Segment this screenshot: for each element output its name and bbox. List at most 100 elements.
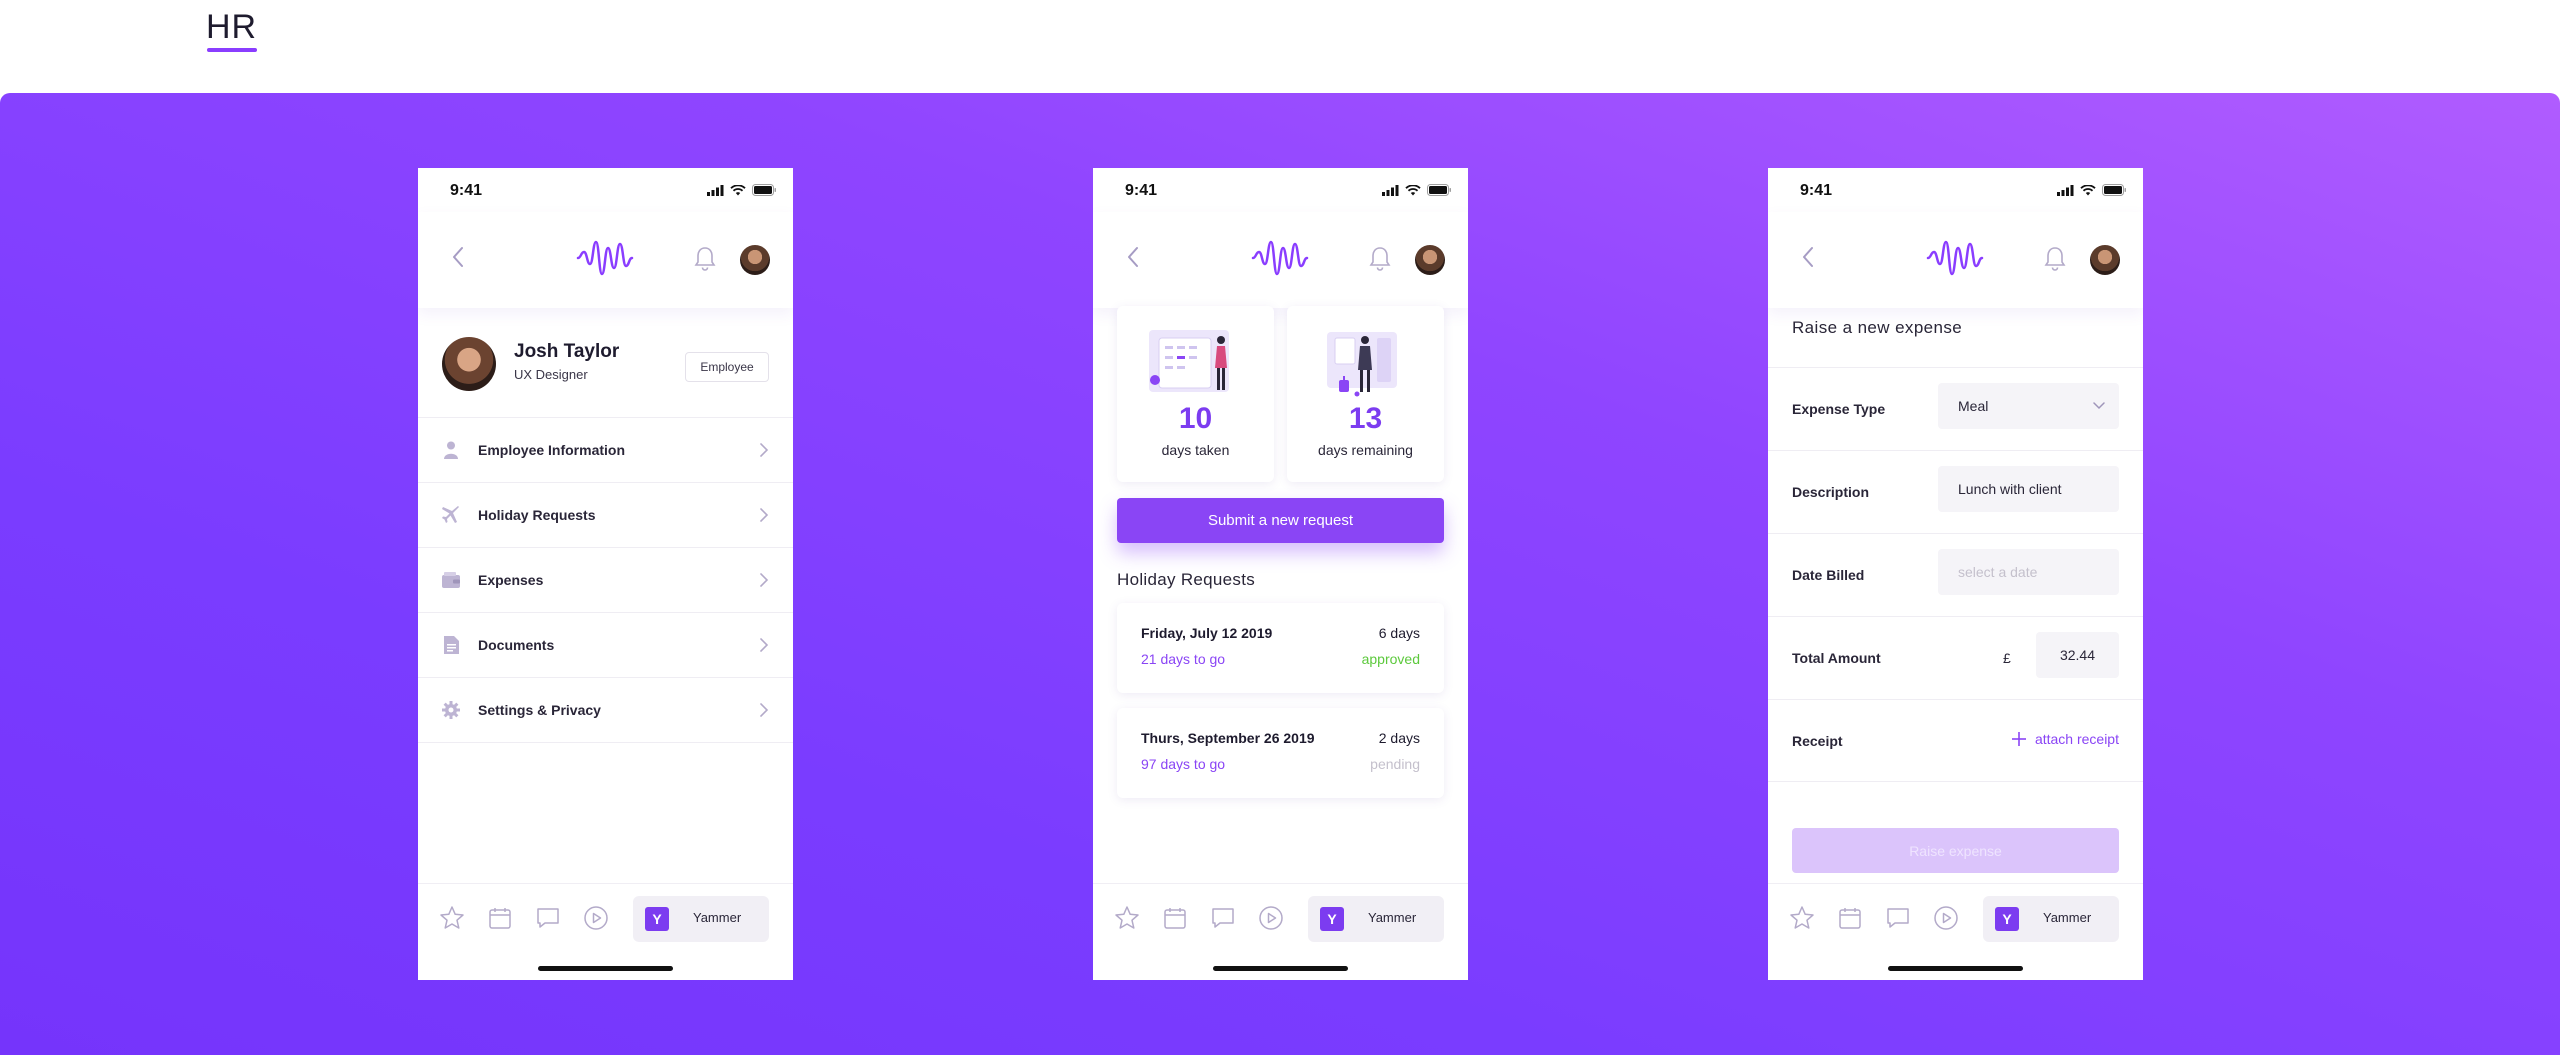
yammer-button[interactable]: Y Yammer xyxy=(1983,896,2119,942)
request-card[interactable]: Thurs, September 26 2019 2 days 97 days … xyxy=(1117,708,1444,798)
star-icon[interactable] xyxy=(438,904,466,932)
travel-illustration-icon xyxy=(1327,332,1397,397)
description-input[interactable]: Lunch with client xyxy=(1938,466,2119,512)
currency-symbol: £ xyxy=(2003,650,2011,666)
menu-item-settings-privacy[interactable]: Settings & Privacy xyxy=(418,678,793,743)
app-header xyxy=(1768,212,2143,308)
user-avatar[interactable] xyxy=(2090,245,2120,275)
yammer-button[interactable]: Y Yammer xyxy=(633,896,769,942)
field-label: Total Amount xyxy=(1792,650,1881,666)
form-title: Raise a new expense xyxy=(1792,318,1963,337)
profile-menu: Employee Information Holiday Requests Ex… xyxy=(418,418,793,743)
bell-icon[interactable] xyxy=(1368,245,1392,273)
back-button[interactable] xyxy=(1121,242,1145,272)
menu-item-employee-information[interactable]: Employee Information xyxy=(418,418,793,483)
menu-label: Expenses xyxy=(478,572,544,588)
select-value: Meal xyxy=(1958,398,1989,414)
chevron-right-icon xyxy=(760,508,769,522)
back-button[interactable] xyxy=(446,242,470,272)
play-icon[interactable] xyxy=(1932,904,1960,932)
status-badge: approved xyxy=(1361,651,1420,667)
chevron-right-icon xyxy=(760,638,769,652)
request-days: 6 days xyxy=(1378,625,1420,641)
calendar-illustration-icon xyxy=(1149,330,1229,392)
raise-expense-button[interactable]: Raise expense xyxy=(1792,828,2119,873)
receipt-row: Receipt attach receipt xyxy=(1768,699,2143,782)
yammer-label: Yammer xyxy=(693,910,742,925)
status-icons xyxy=(707,184,777,196)
expense-type-row: Expense Type Meal xyxy=(1768,367,2143,450)
user-avatar[interactable] xyxy=(740,245,770,275)
status-badge: pending xyxy=(1370,756,1420,772)
user-avatar[interactable] xyxy=(1415,245,1445,275)
profile-card: Josh Taylor UX Designer Employee xyxy=(418,308,793,418)
date-billed-input[interactable]: select a date xyxy=(1938,549,2119,595)
description-row: Description Lunch with client xyxy=(1768,450,2143,533)
field-label: Expense Type xyxy=(1792,401,1886,417)
bell-icon[interactable] xyxy=(2043,245,2067,273)
star-icon[interactable] xyxy=(1113,904,1141,932)
chevron-left-icon xyxy=(1128,247,1138,267)
yammer-label: Yammer xyxy=(1368,910,1417,925)
profile-screen: 9:41 Josh Taylor UX Designer Employee Em… xyxy=(418,168,793,980)
expense-type-select[interactable]: Meal xyxy=(1938,383,2119,429)
status-time: 9:41 xyxy=(450,182,483,199)
chat-icon[interactable] xyxy=(1209,904,1237,932)
menu-label: Documents xyxy=(478,637,555,653)
calendar-icon[interactable] xyxy=(1836,904,1864,932)
field-label: Date Billed xyxy=(1792,567,1865,583)
status-bar: 9:41 xyxy=(418,168,793,212)
waveform-logo-icon[interactable] xyxy=(576,238,634,278)
menu-label: Employee Information xyxy=(478,442,626,458)
bell-icon[interactable] xyxy=(693,245,717,273)
chevron-left-icon xyxy=(1803,247,1813,267)
attach-receipt-link[interactable]: attach receipt xyxy=(2011,731,2119,747)
request-days: 2 days xyxy=(1378,730,1420,746)
document-icon xyxy=(442,636,460,654)
battery-icon xyxy=(2102,184,2126,196)
menu-item-expenses[interactable]: Expenses xyxy=(418,548,793,613)
request-card[interactable]: Friday, July 12 2019 6 days 21 days to g… xyxy=(1117,603,1444,693)
star-icon[interactable] xyxy=(1788,904,1816,932)
wifi-icon xyxy=(1405,184,1421,195)
menu-item-holiday-requests[interactable]: Holiday Requests xyxy=(418,483,793,548)
chevron-right-icon xyxy=(760,443,769,457)
waveform-logo-icon[interactable] xyxy=(1251,238,1309,278)
play-icon[interactable] xyxy=(582,904,610,932)
home-indicator xyxy=(1213,966,1348,971)
expense-screen: 9:41 Raise a new expense Expense Type Me… xyxy=(1768,168,2143,980)
wifi-icon xyxy=(730,184,746,195)
yammer-button[interactable]: Y Yammer xyxy=(1308,896,1444,942)
person-icon xyxy=(442,441,460,459)
chat-icon[interactable] xyxy=(534,904,562,932)
home-indicator xyxy=(538,966,673,971)
chat-icon[interactable] xyxy=(1884,904,1912,932)
request-countdown: 97 days to go xyxy=(1141,756,1226,772)
section-title: Holiday Requests xyxy=(1117,570,1256,589)
request-countdown: 21 days to go xyxy=(1141,651,1226,667)
back-button[interactable] xyxy=(1796,242,1820,272)
days-remaining-card: 13 days remaining xyxy=(1287,306,1444,482)
wallet-icon xyxy=(442,571,460,589)
status-icons xyxy=(2057,184,2127,196)
wifi-icon xyxy=(2080,184,2096,195)
play-icon[interactable] xyxy=(1257,904,1285,932)
menu-item-documents[interactable]: Documents xyxy=(418,613,793,678)
field-label: Receipt xyxy=(1792,733,1843,749)
profile-avatar xyxy=(442,337,496,391)
submit-request-button[interactable]: Submit a new request xyxy=(1117,498,1444,543)
status-time: 9:41 xyxy=(1125,182,1158,199)
stat-caption: days taken xyxy=(1161,442,1230,458)
signal-icon xyxy=(1382,184,1399,196)
stat-number: 13 xyxy=(1348,402,1383,435)
battery-icon xyxy=(752,184,776,196)
status-bar: 9:41 xyxy=(1768,168,2143,212)
menu-label: Settings & Privacy xyxy=(478,702,601,718)
days-taken-card: 10 days taken xyxy=(1117,306,1274,482)
calendar-icon[interactable] xyxy=(486,904,514,932)
profile-role: UX Designer xyxy=(514,367,588,382)
calendar-icon[interactable] xyxy=(1161,904,1189,932)
waveform-logo-icon[interactable] xyxy=(1926,238,1984,278)
field-label: Description xyxy=(1792,484,1870,500)
amount-input[interactable]: 32.44 xyxy=(2036,632,2119,678)
